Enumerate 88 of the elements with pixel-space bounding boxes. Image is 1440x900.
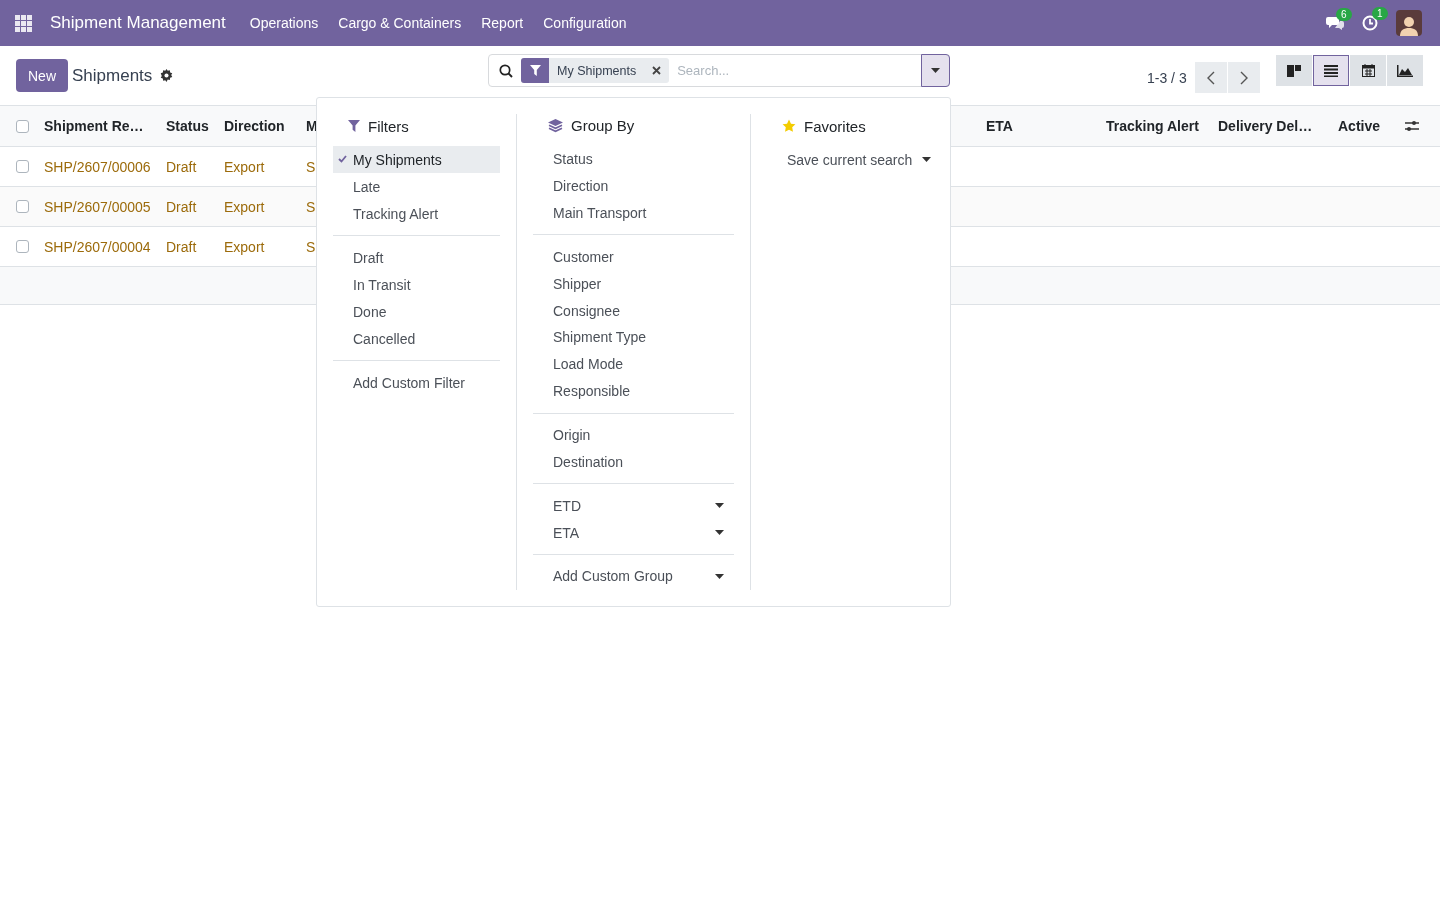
search-bar[interactable]: My Shipments Search... [488, 54, 950, 87]
menu-item[interactable]: Configuration [533, 0, 637, 46]
menu-item[interactable]: Operations [239, 0, 329, 46]
group-by-option[interactable]: Main Transport [533, 199, 734, 227]
group-by-option[interactable]: Responsible [533, 377, 734, 405]
check-icon [338, 155, 347, 163]
section-title: Group By [571, 117, 635, 135]
group-by-option[interactable]: ETA [533, 519, 734, 547]
caret-icon [715, 503, 724, 509]
kanban-icon [1287, 64, 1301, 77]
group-by-option[interactable]: Status [533, 145, 734, 173]
row-checkbox[interactable] [16, 240, 29, 253]
group-by-option[interactable]: Direction [533, 172, 734, 200]
calendar-icon [1361, 64, 1375, 77]
new-button[interactable]: New [16, 59, 68, 92]
area-chart-icon [1397, 64, 1413, 77]
column-header[interactable]: ETA [978, 118, 1098, 134]
caret-icon [715, 573, 724, 579]
column-header[interactable]: Status [158, 118, 216, 134]
table-cell: Export [224, 158, 265, 175]
table-cell: Draft [166, 198, 197, 215]
star-icon [782, 119, 796, 133]
group-by-option[interactable]: Origin [533, 421, 734, 449]
facet-label: My Shipments [556, 63, 638, 78]
filter-option[interactable]: Add Custom Filter [333, 369, 500, 396]
table-cell: Export [224, 238, 265, 255]
table-cell: Draft [166, 158, 197, 175]
section-title: Filters [368, 117, 409, 135]
row-checkbox[interactable] [16, 200, 29, 213]
view-switcher-button[interactable] [1276, 55, 1312, 86]
filter-icon [529, 65, 541, 76]
layers-icon [548, 118, 563, 133]
group-by-option[interactable]: Destination [533, 448, 734, 476]
filter-option[interactable]: Cancelled [333, 325, 500, 352]
filter-option[interactable]: My Shipments [333, 146, 500, 173]
filter-facet[interactable]: My Shipments [521, 58, 670, 83]
menu-item[interactable]: Cargo & Containers [328, 0, 472, 46]
table-cell: SHP/2607/00006 [44, 158, 151, 175]
save-search-option[interactable]: Save current search [767, 146, 934, 173]
caret-icon [922, 157, 932, 162]
group-by-option[interactable]: Customer [533, 243, 734, 271]
column-header[interactable]: Shipment Re… [36, 118, 158, 134]
view-switcher-button[interactable] [1350, 55, 1386, 86]
app-name[interactable]: Shipment Management [46, 13, 230, 33]
table-cell: S [306, 198, 316, 215]
column-header[interactable]: Direction [216, 118, 298, 134]
column-header[interactable]: Delivery Del… [1210, 118, 1330, 134]
chevron-left-icon [1206, 70, 1215, 85]
group-by-option[interactable]: Consignee [533, 297, 734, 325]
list-icon [1324, 64, 1338, 77]
view-switcher-button[interactable] [1387, 55, 1423, 86]
table-cell: Draft [166, 238, 197, 255]
column-header[interactable]: Active [1330, 118, 1405, 134]
activities-count: 1 [1372, 7, 1388, 20]
column-header[interactable]: Tracking Alert [1098, 118, 1210, 134]
messages-count: 6 [1336, 7, 1352, 21]
chevron-right-icon [1239, 70, 1248, 85]
caret-icon [931, 68, 940, 73]
filter-icon [348, 120, 360, 132]
search-panel-toggle[interactable] [921, 54, 950, 87]
group-by-option[interactable]: Shipment Type [533, 324, 734, 351]
table-cell: S [306, 158, 316, 175]
filter-option[interactable]: In Transit [333, 271, 500, 298]
filter-option[interactable]: Tracking Alert [333, 200, 500, 227]
pager-value[interactable]: 1-3 / 3 [1147, 69, 1187, 86]
caret-icon [715, 530, 724, 536]
table-cell: SHP/2607/00005 [44, 198, 151, 215]
table-cell: SHP/2607/00004 [44, 238, 151, 255]
settings-icon[interactable] [160, 69, 174, 82]
section-title: Favorites [804, 117, 866, 135]
group-by-option[interactable]: Shipper [533, 270, 734, 298]
page-title[interactable]: Shipments [72, 65, 153, 86]
menu-item[interactable]: Report [471, 0, 534, 46]
filter-option[interactable]: Done [333, 298, 500, 325]
select-all-checkbox[interactable] [16, 119, 29, 133]
activities-button[interactable] [1362, 15, 1378, 31]
filter-option[interactable]: Draft [333, 244, 500, 271]
filter-option[interactable]: Late [333, 173, 500, 200]
column-settings-icon[interactable] [1405, 120, 1419, 132]
row-checkbox[interactable] [16, 160, 29, 173]
search-icon [499, 63, 513, 78]
avatar[interactable] [1396, 10, 1422, 36]
group-by-option[interactable]: ETD [533, 492, 734, 520]
group-by-option[interactable]: Load Mode [533, 350, 734, 378]
table-cell: Export [224, 198, 265, 215]
view-switcher-button[interactable] [1313, 55, 1349, 86]
group-by-option[interactable]: Add Custom Group [533, 563, 734, 590]
table-cell: S [306, 238, 316, 255]
